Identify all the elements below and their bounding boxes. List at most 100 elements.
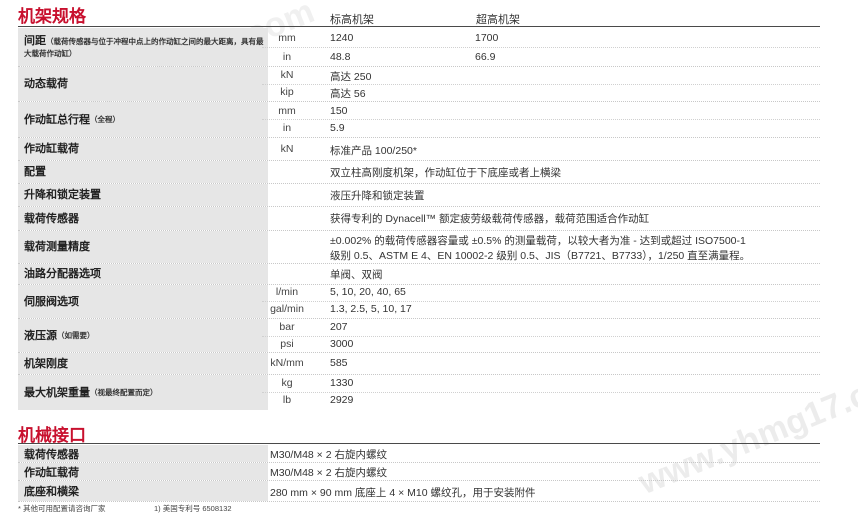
table-row-dynamic-load: 动态载荷 kN kip 高达 250 高达 56 bbox=[18, 67, 820, 102]
row-value: 3000 bbox=[330, 338, 354, 350]
row-label-text: 油路分配器选项 bbox=[24, 268, 101, 280]
row-value: 207 bbox=[330, 321, 348, 333]
row-value-extra: 66.9 bbox=[475, 51, 496, 63]
table-row-hydraulic-source: 液压源 （如需要） bar psi 207 3000 bbox=[18, 319, 820, 353]
table-row-manifold-options: 油路分配器选项 单阀、双阀 bbox=[18, 264, 820, 285]
row-unit: in bbox=[282, 51, 292, 63]
row-label-text: 作动缸载荷 bbox=[24, 143, 79, 155]
row-label: 作动缸载荷 bbox=[18, 138, 268, 160]
row-label: 液压源 （如需要） bbox=[18, 319, 268, 352]
row-unit: kN bbox=[280, 69, 294, 81]
row-label-text: 动态载荷 bbox=[24, 78, 68, 90]
row-unit: mm bbox=[278, 105, 296, 117]
row-label-text: 载荷传感器 bbox=[24, 212, 79, 225]
row-label-note: （载荷传感器与位于冲程中点上的作动缸之间的最大距离，具有最大载荷作动缸） bbox=[24, 37, 264, 58]
row-label-text: 底座和横梁 bbox=[24, 486, 79, 498]
column-header-standard: 标高机架 bbox=[330, 14, 374, 26]
row-label-text: 液压源 bbox=[24, 329, 57, 342]
row-label: 间距（载荷传感器与位于冲程中点上的作动缸之间的最大距离，具有最大载荷作动缸） bbox=[18, 28, 268, 66]
row-unit: lb bbox=[282, 394, 292, 406]
row-value: 150 bbox=[330, 105, 348, 117]
row-label: 载荷传感器 bbox=[18, 445, 268, 462]
row-label: 配置 bbox=[18, 161, 268, 183]
row-label: 机架刚度 bbox=[18, 353, 268, 374]
row-label: 油路分配器选项 bbox=[18, 264, 268, 284]
footnote: 1) 美国专利号 6508132 bbox=[154, 504, 232, 513]
section-rule bbox=[18, 26, 820, 27]
row-unit: in bbox=[282, 122, 292, 134]
row-value: 单阀、双阀 bbox=[330, 269, 383, 281]
row-divider bbox=[262, 84, 820, 85]
column-header-extra-height: 超高机架 bbox=[476, 14, 520, 26]
row-label-note: （如需要） bbox=[57, 330, 95, 340]
row-value: M30/M48 × 2 右旋内螺纹 bbox=[270, 449, 387, 461]
row-value: 获得专利的 Dynacell™ 额定疲劳级载荷传感器，载荷范围适合作动缸 bbox=[330, 213, 650, 225]
row-label-text: 作动缸总行程 bbox=[24, 113, 90, 126]
row-divider bbox=[262, 47, 820, 48]
row-unit: bar bbox=[279, 321, 295, 333]
table-row-load-accuracy: 载荷测量精度 ±0.002% 的载荷传感器容量或 ±0.5% 的测量载荷，以较大… bbox=[18, 231, 820, 264]
row-value: ±0.002% 的载荷传感器容量或 ±0.5% 的测量载荷，以较大者为准 - 达… bbox=[330, 235, 746, 247]
row-value: 液压升降和锁定装置 bbox=[330, 190, 425, 202]
row-value: 级别 0.5、ASTM E 4、EN 10002-2 级别 0.5、JIS（B7… bbox=[330, 250, 751, 262]
row-value: 高达 250 bbox=[330, 71, 372, 83]
table-row-interface-load-cell: 载荷传感器 M30/M48 × 2 右旋内螺纹 bbox=[18, 445, 820, 463]
table-row-load-cell: 载荷传感器 获得专利的 Dynacell™ 额定疲劳级载荷传感器，载荷范围适合作… bbox=[18, 207, 820, 231]
table-row-interface-base: 底座和横梁 280 mm × 90 mm 底座上 4 × M10 螺纹孔，用于安… bbox=[18, 481, 820, 502]
row-value-standard: 1240 bbox=[330, 32, 354, 44]
table-row-spacing: 间距（载荷传感器与位于冲程中点上的作动缸之间的最大距离，具有最大载荷作动缸） m… bbox=[18, 28, 820, 67]
row-label-text: 升降和锁定装置 bbox=[24, 189, 101, 201]
row-divider bbox=[262, 392, 820, 393]
row-value-standard: 48.8 bbox=[330, 51, 351, 63]
row-unit: mm bbox=[278, 32, 296, 44]
table-row-frame-weight: 最大机架重量 （视最终配置而定） kg lb 1330 2929 bbox=[18, 375, 820, 410]
row-unit: l/min bbox=[275, 286, 299, 298]
row-unit: kip bbox=[280, 86, 294, 98]
row-value: 5, 10, 20, 40, 65 bbox=[330, 286, 406, 298]
row-label: 伺服阀选项 bbox=[18, 285, 268, 318]
row-label: 动态载荷 bbox=[18, 67, 268, 101]
table-row-servo-valve: 伺服阀选项 l/min gal/min 5, 10, 20, 40, 65 1.… bbox=[18, 285, 820, 319]
table-row-interface-actuator: 作动缸载荷 M30/M48 × 2 右旋内螺纹 bbox=[18, 463, 820, 481]
footnote: * 其他可用配置请咨询厂家 bbox=[18, 504, 106, 513]
row-label-text: 伺服阀选项 bbox=[24, 295, 79, 308]
table-row-configuration: 配置 双立柱高刚度机架，作动缸位于下底座或者上横梁 bbox=[18, 161, 820, 184]
row-label: 升降和锁定装置 bbox=[18, 184, 268, 206]
row-label-text: 载荷传感器 bbox=[24, 448, 79, 461]
row-label-text: 最大机架重量 bbox=[24, 386, 90, 399]
row-unit: kN/mm bbox=[270, 357, 304, 369]
row-label: 载荷传感器 bbox=[18, 207, 268, 230]
row-label-note: （全程） bbox=[90, 114, 120, 124]
row-unit: kN bbox=[280, 143, 294, 155]
row-value: 1.3, 2.5, 5, 10, 17 bbox=[330, 303, 412, 315]
table-row-actuator-stroke: 作动缸总行程 （全程） mm in 150 5.9 bbox=[18, 102, 820, 138]
row-unit: psi bbox=[280, 338, 294, 350]
row-label: 底座和横梁 bbox=[18, 481, 268, 501]
table-row-lift-lock: 升降和锁定装置 液压升降和锁定装置 bbox=[18, 184, 820, 207]
row-value: 5.9 bbox=[330, 122, 345, 134]
row-label: 最大机架重量 （视最终配置而定） bbox=[18, 375, 268, 410]
section-rule bbox=[18, 443, 820, 444]
row-label-text: 载荷测量精度 bbox=[24, 241, 90, 253]
row-value-extra: 1700 bbox=[475, 32, 499, 44]
row-label: 作动缸总行程 （全程） bbox=[18, 102, 268, 137]
row-unit: gal/min bbox=[270, 303, 304, 315]
table-row-actuator-load: 作动缸载荷 kN 标准产品 100/250* bbox=[18, 138, 820, 161]
row-unit: kg bbox=[281, 377, 293, 389]
table-row-frame-stiffness: 机架刚度 kN/mm 585 bbox=[18, 353, 820, 375]
row-divider bbox=[262, 119, 820, 120]
row-value: M30/M48 × 2 右旋内螺纹 bbox=[270, 467, 387, 479]
row-label: 作动缸载荷 bbox=[18, 463, 268, 480]
row-label: 载荷测量精度 bbox=[18, 231, 268, 263]
row-value: 双立柱高刚度机架，作动缸位于下底座或者上横梁 bbox=[330, 167, 561, 179]
row-value: 高达 56 bbox=[330, 88, 366, 100]
row-label-text: 作动缸载荷 bbox=[24, 466, 79, 479]
row-value: 585 bbox=[330, 357, 348, 369]
row-label-note: （视最终配置而定） bbox=[90, 387, 158, 397]
row-divider bbox=[262, 301, 820, 302]
row-value: 标准产品 100/250* bbox=[330, 145, 417, 157]
row-value: 1330 bbox=[330, 377, 354, 389]
row-label-text: 配置 bbox=[24, 166, 46, 178]
row-value: 280 mm × 90 mm 底座上 4 × M10 螺纹孔，用于安装附件 bbox=[270, 487, 536, 499]
row-value: 2929 bbox=[330, 394, 354, 406]
